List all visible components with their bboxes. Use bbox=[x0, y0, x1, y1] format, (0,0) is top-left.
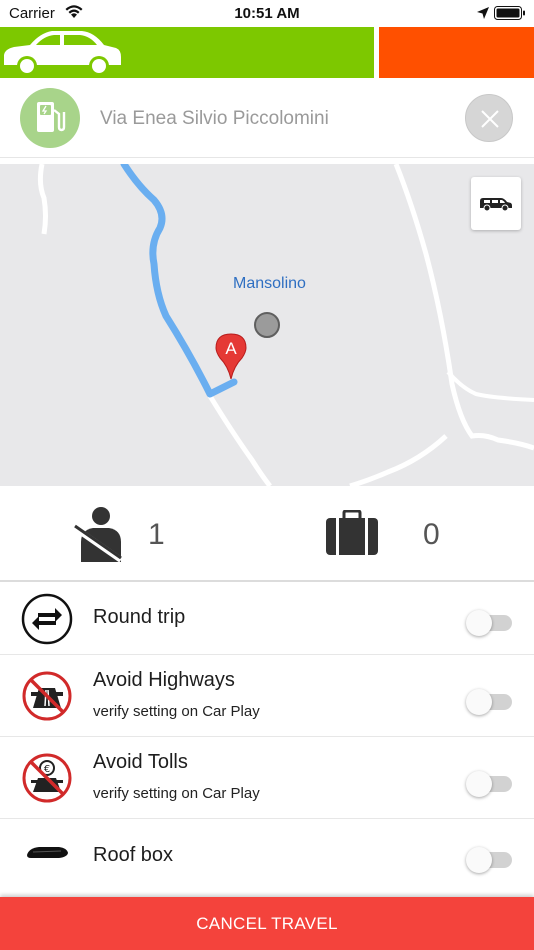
pin-label: A bbox=[225, 339, 237, 358]
fuel-station-icon bbox=[37, 102, 66, 132]
option-title: Avoid Tolls bbox=[93, 751, 188, 773]
route-map[interactable]: Mansolino A bbox=[0, 164, 534, 486]
van-icon bbox=[480, 198, 512, 211]
avoid-tolls-toggle[interactable] bbox=[466, 769, 514, 797]
map-place-label: Mansolino bbox=[233, 275, 306, 292]
option-title: Avoid Highways bbox=[93, 669, 235, 691]
option-roof-box[interactable]: Roof box bbox=[0, 819, 534, 895]
roof-box-toggle[interactable] bbox=[466, 845, 514, 873]
clear-destination-button[interactable] bbox=[465, 94, 513, 142]
avoid-highways-toggle[interactable] bbox=[466, 687, 514, 715]
current-location-marker bbox=[254, 312, 280, 338]
round-trip-icon bbox=[21, 593, 73, 650]
battery-icon bbox=[494, 6, 526, 26]
options-list: Round trip Avoid Highways verify setting… bbox=[0, 584, 534, 895]
no-toll-icon: € bbox=[21, 752, 73, 809]
option-avoid-tolls[interactable]: € Avoid Tolls verify setting on Car Play bbox=[0, 737, 534, 819]
map-pin-a[interactable]: A bbox=[214, 332, 248, 385]
car-icon bbox=[0, 27, 124, 83]
option-round-trip[interactable]: Round trip bbox=[0, 584, 534, 655]
passenger-count[interactable]: 1 bbox=[148, 518, 165, 552]
option-subtitle: verify setting on Car Play bbox=[93, 785, 260, 802]
counts-row: 1 0 bbox=[0, 486, 534, 582]
round-trip-toggle[interactable] bbox=[466, 608, 514, 636]
luggage-count[interactable]: 0 bbox=[423, 518, 440, 552]
destination-row bbox=[0, 78, 534, 158]
option-subtitle: verify setting on Car Play bbox=[93, 703, 260, 720]
option-title: Roof box bbox=[93, 844, 174, 866]
clock: 10:51 AM bbox=[234, 5, 300, 22]
location-arrow-icon bbox=[476, 6, 490, 25]
option-title: Round trip bbox=[93, 606, 186, 628]
seatbelt-icon[interactable] bbox=[73, 506, 125, 567]
destination-input[interactable] bbox=[100, 104, 334, 134]
vehicle-selector-bar[interactable] bbox=[0, 27, 534, 78]
suitcase-icon[interactable] bbox=[325, 509, 379, 561]
close-icon bbox=[481, 110, 499, 128]
status-bar: Carrier 10:51 AM bbox=[0, 0, 534, 27]
fuel-station-button[interactable] bbox=[20, 88, 80, 148]
roof-box-icon bbox=[25, 845, 69, 866]
vehicle-tab-secondary[interactable] bbox=[379, 27, 534, 78]
no-highway-icon bbox=[21, 670, 73, 727]
cancel-travel-button[interactable]: CANCEL TRAVEL bbox=[0, 897, 534, 950]
vehicle-type-button[interactable] bbox=[471, 177, 521, 230]
option-avoid-highways[interactable]: Avoid Highways verify setting on Car Pla… bbox=[0, 655, 534, 737]
